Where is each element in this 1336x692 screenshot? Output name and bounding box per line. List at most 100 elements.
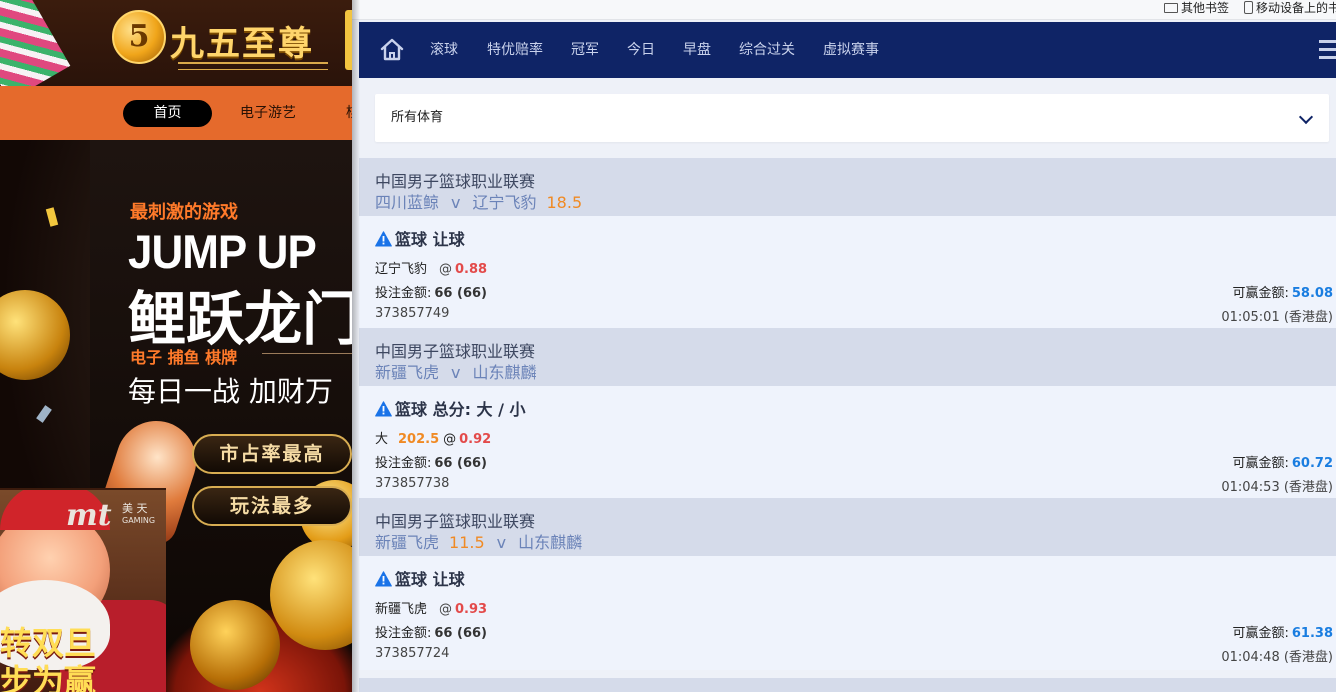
sport-filter-select[interactable]: 所有体育	[375, 94, 1329, 142]
nav-in-play[interactable]: 滚球	[430, 22, 458, 78]
bet-card-body: 篮球 总分: 大 / 小 大 202.5 @0.92 投注金额: 66 (66) 可赢…	[359, 386, 1336, 500]
stake-value: 66 (66)	[434, 626, 487, 641]
stake-value: 66 (66)	[434, 286, 487, 301]
bet-card-body: 篮球 让球 辽宁飞豹 @0.88 投注金额: 66 (66) 可赢金额: 58.08 …	[359, 216, 1336, 330]
bookmark-other-label: 其他书签	[1181, 1, 1230, 15]
background-website: 5 九五至尊 首页 电子游艺 棋 最刺激的游戏 JUMP UP 鲤跃龙门 电子 …	[0, 0, 360, 692]
promo-divider	[262, 353, 360, 354]
match-teams: 四川蓝鲸 v 辽宁飞豹 18.5	[375, 189, 582, 213]
stake-label: 投注金额:	[375, 626, 432, 641]
selection-name: 大	[375, 432, 389, 447]
potential-win: 可赢金额: 58.08	[1232, 282, 1333, 301]
match-teams: 新疆飞虎 11.5 v 山东麒麟	[375, 529, 582, 553]
stake-amount: 投注金额: 66 (66)	[375, 622, 487, 641]
potential-win: 可赢金额: 60.72	[1232, 452, 1333, 471]
nav-today[interactable]: 今日	[627, 22, 655, 78]
promo-slogan: 每日一战 加财万	[128, 375, 333, 408]
santa-card-text-line2: 步为赢	[0, 662, 97, 692]
bet-selection: 辽宁飞豹 @0.88	[375, 258, 487, 277]
mt-gaming-logo-cn: 美 天	[122, 502, 148, 515]
at-symbol: @	[443, 432, 457, 447]
win-label: 可赢金额:	[1232, 456, 1289, 471]
bet-card-header: 中国男子篮球职业联赛 新疆飞虎 v 山东麒麟	[359, 328, 1336, 386]
stake-label: 投注金额:	[375, 286, 432, 301]
hamburger-menu-icon[interactable]	[1319, 40, 1336, 60]
nav-outrights[interactable]: 冠军	[571, 22, 599, 78]
home-icon[interactable]	[379, 37, 405, 63]
warning-triangle-icon	[375, 231, 392, 247]
selection-name: 辽宁飞豹	[375, 262, 428, 277]
promo-tagline: 最刺激的游戏	[130, 202, 238, 223]
win-value: 60.72	[1291, 456, 1333, 471]
at-symbol: @	[439, 262, 453, 277]
site-logo-coin[interactable]: 5	[112, 10, 166, 64]
promo-pill-market-share[interactable]: 市占率最高	[192, 434, 352, 474]
versus-label: v	[496, 533, 507, 552]
bet-card-body: 篮球 让球 新疆飞虎 @0.93 投注金额: 66 (66) 可赢金额: 61.38 …	[359, 556, 1336, 670]
bookmark-mobile[interactable]: 移动设备上的书	[1244, 0, 1336, 17]
win-label: 可赢金额:	[1232, 626, 1289, 641]
nav-special-odds[interactable]: 特优赔率	[487, 22, 543, 78]
bet-selection: 新疆飞虎 @0.93	[375, 598, 487, 617]
bookmarks-bar: 其他书签 移动设备上的书	[352, 0, 1336, 20]
site-nav-home[interactable]: 首页	[123, 100, 212, 127]
nav-virtual-sports[interactable]: 虚拟赛事	[823, 22, 879, 78]
bet-type-label: 篮球 总分: 大 / 小	[395, 400, 526, 419]
bet-type: 篮球 让球	[375, 566, 465, 590]
odds-value: 0.88	[455, 262, 488, 277]
away-team: 山东麒麟	[518, 533, 583, 552]
win-value: 58.08	[1291, 286, 1333, 301]
santa-card-text-line1: 转双旦	[0, 624, 97, 662]
gold-coin-image	[190, 600, 280, 690]
odds-value: 0.92	[459, 432, 492, 447]
chevron-down-icon	[1298, 109, 1314, 125]
handicap-value: 11.5	[449, 533, 485, 552]
home-team: 四川蓝鲸	[375, 193, 440, 212]
bet-selection: 大 202.5 @0.92	[375, 428, 491, 447]
site-logo-text[interactable]: 九五至尊	[170, 16, 314, 65]
panel-shadow	[352, 0, 360, 692]
away-team: 山东麒麟	[472, 363, 537, 382]
ticket-id: 373857724	[375, 646, 450, 661]
stake-value: 66 (66)	[434, 456, 487, 471]
folder-icon	[1164, 3, 1178, 13]
selection-name: 新疆飞虎	[375, 602, 428, 617]
menu-bar	[1319, 56, 1336, 59]
home-team: 新疆飞虎	[375, 533, 440, 552]
bet-card-header: 中国男子篮球职业联赛 四川蓝鲸 v 辽宁飞豹 18.5	[359, 158, 1336, 216]
next-bet-card-header	[359, 678, 1336, 692]
sportsbook-top-nav: 滚球 特优赔率 冠军 今日 早盘 综合过关 虚拟赛事	[359, 22, 1336, 78]
versus-label: v	[451, 193, 461, 212]
total-line-value: 202.5	[398, 432, 440, 447]
at-symbol: @	[439, 602, 453, 617]
warning-triangle-icon	[375, 401, 392, 417]
nav-parlay[interactable]: 综合过关	[739, 22, 795, 78]
stake-label: 投注金额:	[375, 456, 432, 471]
promo-pill-most-modes[interactable]: 玩法最多	[192, 486, 352, 526]
site-nav-electronic-games[interactable]: 电子游艺	[232, 100, 304, 127]
home-team: 新疆飞虎	[375, 363, 440, 382]
handicap-value: 18.5	[546, 193, 583, 212]
bookmark-other[interactable]: 其他书签	[1164, 0, 1229, 17]
bet-time: 01:05:01 (香港盘)	[1221, 310, 1333, 325]
bet-time: 01:04:48 (香港盘)	[1221, 650, 1333, 665]
mt-gaming-logo-en: GAMING	[122, 516, 156, 525]
odds-value: 0.93	[455, 602, 488, 617]
bet-time: 01:04:53 (香港盘)	[1221, 480, 1333, 495]
bet-type-label: 篮球 让球	[395, 230, 465, 249]
stake-amount: 投注金额: 66 (66)	[375, 452, 487, 471]
nav-early[interactable]: 早盘	[683, 22, 711, 78]
page: 5 九五至尊 首页 电子游艺 棋 最刺激的游戏 JUMP UP 鲤跃龙门 电子 …	[0, 0, 1336, 692]
bet-type-label: 篮球 让球	[395, 570, 465, 589]
mobile-device-icon	[1244, 1, 1253, 14]
bet-type: 篮球 总分: 大 / 小	[375, 396, 526, 420]
santa-card-text: 转双旦 步为赢	[0, 624, 96, 692]
santa-game-card[interactable]: mt 美 天 GAMING 转双旦 步为赢	[0, 488, 166, 692]
logo-number: 5	[128, 19, 150, 54]
win-value: 61.38	[1291, 626, 1333, 641]
bookmark-mobile-label: 移动设备上的书	[1256, 1, 1336, 15]
promo-categories: 电子 捕鱼 棋牌	[130, 348, 238, 367]
ticket-id: 373857738	[375, 476, 450, 491]
away-team: 辽宁飞豹	[472, 193, 537, 212]
bet-history-panel: 其他书签 移动设备上的书 滚球 特优赔率 冠军 今日 早盘 综合过关 虚拟赛事	[352, 0, 1336, 692]
